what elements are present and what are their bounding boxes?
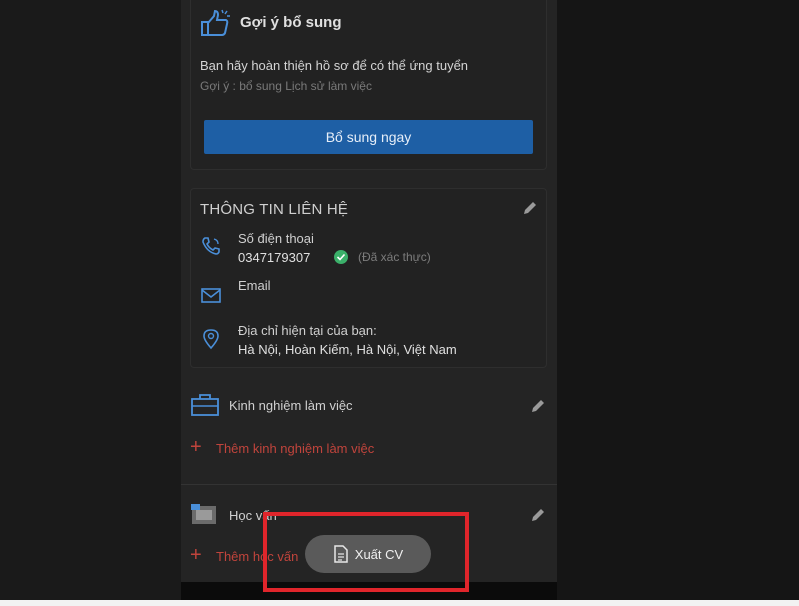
background-left (0, 0, 181, 600)
add-experience-link[interactable]: Thêm kinh nghiệm làm việc (216, 441, 374, 456)
phone-icon (202, 237, 220, 255)
verified-text: (Đã xác thực) (358, 250, 431, 264)
bottom-strip (0, 600, 799, 606)
briefcase-icon (191, 394, 219, 416)
suggestion-text: Bạn hãy hoàn thiện hồ sơ để có thể ứng t… (200, 58, 469, 73)
suggestion-title: Gợi ý bổ sung (240, 14, 342, 31)
email-icon (201, 288, 221, 303)
pencil-icon[interactable] (522, 200, 538, 216)
phone-value: 0347179307 (238, 250, 311, 265)
location-pin-icon (203, 329, 219, 350)
email-label: Email (238, 278, 271, 293)
suggestion-hint: Gợi ý : bổ sung Lịch sử làm việc (200, 79, 372, 93)
check-circle-icon (334, 250, 348, 264)
plus-icon[interactable]: + (190, 545, 202, 565)
thumbs-up-icon (201, 9, 230, 36)
highlight-annotation (263, 512, 469, 592)
experience-title: Kinh nghiệm làm việc (229, 398, 353, 413)
pencil-icon[interactable] (530, 398, 546, 414)
education-card-icon (191, 504, 216, 524)
phone-label: Số điện thoại (238, 231, 314, 246)
address-value: Hà Nội, Hoàn Kiếm, Hà Nội, Việt Nam (238, 342, 457, 357)
background-right (557, 0, 799, 600)
contact-section-title: THÔNG TIN LIÊN HỆ (200, 201, 349, 218)
pencil-icon[interactable] (530, 507, 546, 523)
plus-icon[interactable]: + (190, 437, 202, 457)
divider (181, 484, 557, 485)
update-now-button[interactable]: Bổ sung ngay (204, 120, 533, 154)
address-label: Địa chỉ hiện tại của bạn: (238, 323, 377, 338)
